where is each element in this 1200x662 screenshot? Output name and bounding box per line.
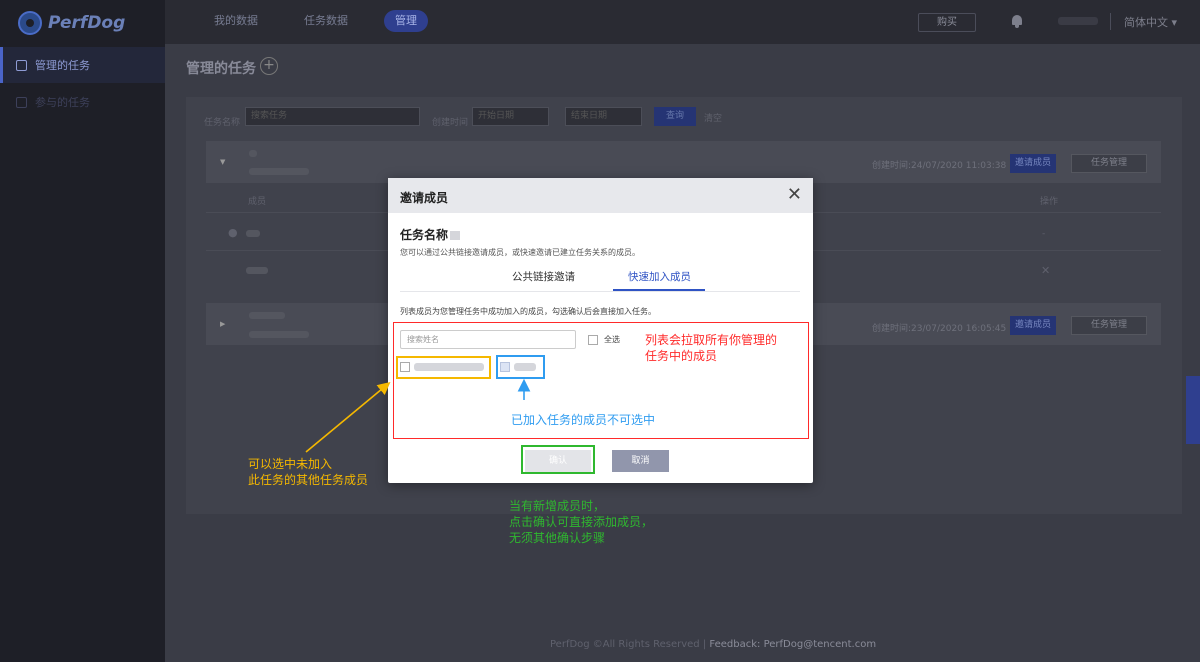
purchase-button[interactable]: 购买 [918, 13, 976, 32]
invite-members-dialog: 邀请成员 ✕ 任务名称 您可以通过公共链接邀请成员，或快速邀请已建立任务关系的成… [388, 178, 813, 483]
annotation-green-line1: 当有新增成员时， [509, 499, 606, 513]
bell-icon[interactable] [1011, 14, 1023, 28]
task-name-label: 任务名称 [400, 228, 449, 242]
perfdog-logo[interactable]: PerfDog [18, 10, 125, 36]
annotation-green-line2: 点击确认可直接添加成员， [509, 515, 654, 529]
nav-manage[interactable]: 管理 [384, 10, 428, 32]
list-hint: 列表成员为您管理任务中成功加入的成员，勾选确认后会直接加入任务。 [400, 307, 656, 316]
chevron-right-icon[interactable]: ▶ [220, 320, 225, 328]
dialog-header: 邀请成员 ✕ [388, 178, 813, 213]
task-created-time: 创建时间:23/07/2020 16:05:45 [872, 324, 1007, 334]
member-option-disabled [500, 362, 536, 372]
sidebar-item-label: 管理的任务 [35, 59, 90, 72]
invite-members-button[interactable]: 邀请成员 [1010, 316, 1056, 335]
search-button[interactable]: 查询 [654, 107, 696, 126]
perfdog-logo-icon [18, 11, 42, 35]
cancel-button[interactable]: 取消 [612, 450, 669, 472]
confirm-button[interactable]: 确认 [525, 450, 591, 472]
task-name-redacted [450, 231, 461, 240]
annotation-orange-line2: 此任务的其他任务成员 [248, 473, 369, 487]
active-tab-indicator [613, 289, 705, 291]
select-all-label: 全选 [604, 335, 620, 344]
remove-icon[interactable]: ✕ [1041, 264, 1050, 277]
member-name-redacted [246, 230, 260, 237]
annotation-text-red: 列表会拉取所有你管理的 任务中的成员 [645, 332, 777, 364]
sidebar-item-joined-tasks[interactable]: 参与的任务 [0, 84, 165, 120]
task-name-filter-label: 任务名称 [204, 118, 241, 128]
annotation-red-line1: 列表会拉取所有你管理的 [645, 333, 778, 347]
top-bar: 我的数据 任务数据 管理 购买 简体中文 ▾ [165, 0, 1200, 44]
task-list-icon [16, 59, 27, 71]
user-icon: ● [228, 226, 238, 239]
members-column-header: 成员 [248, 197, 267, 207]
task-title-redacted [249, 150, 257, 157]
task-name-heading: 任务名称 [400, 226, 461, 243]
add-task-icon[interactable]: + [260, 57, 278, 75]
close-icon[interactable]: ✕ [787, 185, 802, 205]
user-name-redacted[interactable] [1058, 17, 1098, 25]
select-all-checkbox[interactable]: 全选 [588, 334, 620, 345]
end-date-input[interactable]: 结束日期 [565, 107, 642, 126]
copyright-text: PerfDog ©All Rights Reserved [550, 639, 700, 650]
tab-divider [400, 291, 800, 292]
tab-quick-add[interactable]: 快速加入成员 [628, 269, 691, 284]
member-name-redacted [414, 363, 484, 371]
footer: PerfDog ©All Rights Reserved | Feedback:… [550, 639, 876, 650]
sidebar: PerfDog 管理的任务 参与的任务 [0, 0, 165, 662]
member-name-redacted [514, 363, 536, 371]
task-subtitle-redacted [249, 168, 309, 175]
member-option-selectable[interactable] [400, 362, 484, 372]
annotation-text-orange: 可以选中未加入 此任务的其他任务成员 [248, 456, 368, 488]
checkbox-icon[interactable] [588, 334, 598, 345]
task-manage-button[interactable]: 任务管理 [1071, 154, 1147, 173]
feedback-side-tab[interactable] [1186, 376, 1200, 444]
divider [1110, 13, 1111, 30]
page-title: 管理的任务 [186, 61, 256, 77]
dialog-title: 邀请成员 [400, 191, 449, 205]
nav-my-data[interactable]: 我的数据 [214, 10, 258, 32]
nav-task-data[interactable]: 任务数据 [304, 10, 348, 32]
brand-name: PerfDog [48, 13, 126, 33]
member-name-redacted [246, 267, 268, 274]
reset-link[interactable]: 清空 [704, 111, 722, 124]
task-manage-button[interactable]: 任务管理 [1071, 316, 1147, 335]
task-created-time: 创建时间:24/07/2020 11:03:38 [872, 161, 1007, 171]
annotation-green-line3: 无须其他确认步骤 [509, 531, 606, 545]
sidebar-item-label: 参与的任务 [35, 96, 90, 109]
feedback-link[interactable]: Feedback: PerfDog@tencent.com [709, 639, 876, 650]
annotation-text-green: 当有新增成员时， 点击确认可直接添加成员， 无须其他确认步骤 [509, 498, 653, 546]
task-name-filter-input[interactable]: 搜索任务 [245, 107, 420, 126]
task-subtitle-redacted [249, 331, 309, 338]
created-time-filter-label: 创建时间 [432, 118, 469, 128]
member-search-input[interactable]: 搜索姓名 [400, 330, 576, 349]
chevron-down-icon[interactable]: ▼ [220, 158, 225, 166]
annotation-orange-line1: 可以选中未加入 [248, 457, 333, 471]
task-icon [16, 96, 27, 108]
dialog-description: 您可以通过公共链接邀请成员，或快速邀请已建立任务关系的成员。 [400, 248, 640, 257]
task-title-redacted [249, 312, 285, 319]
sidebar-item-managed-tasks[interactable]: 管理的任务 [0, 47, 165, 83]
operation-column-header: 操作 [1040, 197, 1059, 207]
operation-placeholder: - [1042, 229, 1046, 239]
checkbox-icon[interactable] [400, 362, 410, 372]
language-selector[interactable]: 简体中文 ▾ [1124, 14, 1177, 30]
annotation-text-blue: 已加入任务的成员不可选中 [511, 413, 656, 427]
annotation-red-line2: 任务中的成员 [645, 349, 718, 363]
start-date-input[interactable]: 开始日期 [472, 107, 549, 126]
tab-public-link[interactable]: 公共链接邀请 [512, 269, 575, 284]
invite-members-button[interactable]: 邀请成员 [1010, 154, 1056, 173]
checkbox-disabled-icon [500, 362, 510, 372]
